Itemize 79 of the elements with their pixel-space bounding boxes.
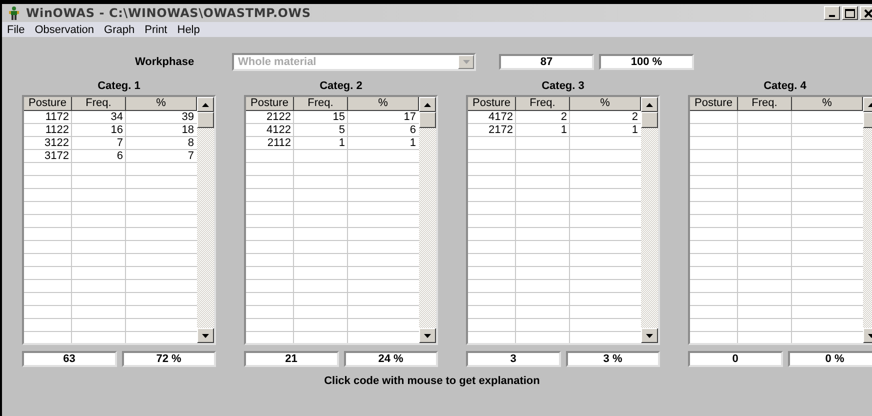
table-cell-text: 2 [630, 111, 639, 124]
scroll-down-icon[interactable] [419, 328, 436, 343]
scroll-down-icon[interactable] [197, 328, 214, 343]
column-header[interactable]: Freq. [72, 97, 126, 111]
table-cell-text: 5 [338, 124, 346, 137]
scroll-up-icon[interactable] [419, 97, 436, 112]
table-cell[interactable]: 3172 [24, 150, 72, 163]
table-cell-text: 17 [402, 111, 417, 124]
hint-text: Click code with mouse to get explanation [323, 375, 541, 387]
column-header[interactable]: Freq. [516, 97, 570, 111]
table-cell[interactable]: 3122 [24, 137, 72, 150]
scrollbar[interactable] [197, 97, 214, 343]
column-header[interactable]: Posture [468, 97, 516, 111]
column-header[interactable]: % [348, 97, 419, 111]
scroll-thumb[interactable] [197, 112, 214, 128]
minimize-button[interactable] [824, 6, 840, 20]
table-cell-text: 15 [332, 111, 346, 124]
column-header[interactable]: Posture [690, 97, 738, 111]
maximize-button[interactable] [842, 6, 858, 20]
category-title: Categ. 1 [98, 79, 140, 93]
table-cell[interactable]: 4122 [246, 124, 294, 137]
category-count: 0 [688, 351, 782, 367]
category-title: Categ. 3 [542, 79, 584, 93]
category-count: 3 [466, 351, 560, 367]
table-cell-text: 1 [630, 124, 639, 137]
category-percent: 0 % [788, 351, 872, 367]
table-cell-text: 34 [110, 111, 124, 124]
category-title: Categ. 2 [320, 79, 362, 93]
column-header[interactable]: Freq. [738, 97, 792, 111]
column-header[interactable]: % [126, 97, 197, 111]
table-cell[interactable]: 2122 [246, 111, 294, 124]
category-percent: 3 % [566, 351, 660, 367]
figure-icon [8, 6, 20, 20]
category-percent: 72 % [122, 351, 216, 367]
scroll-up-icon[interactable] [641, 97, 658, 112]
table-cell-text: 7 [116, 137, 124, 150]
scroll-down-icon[interactable] [641, 328, 658, 343]
column-header[interactable]: % [792, 97, 863, 111]
menu-item[interactable]: Help [177, 24, 200, 36]
column-header[interactable]: Posture [24, 97, 72, 111]
menu-item[interactable]: Print [144, 24, 168, 36]
table-cell-text: 6 [408, 124, 417, 137]
table-cell[interactable]: 4172 [468, 111, 516, 124]
column-header[interactable]: Freq. [294, 97, 348, 111]
table-cell-text: 2 [560, 111, 568, 124]
column-header[interactable]: Posture [246, 97, 294, 111]
scrollbar[interactable] [419, 97, 436, 343]
menu-item[interactable]: Graph [104, 24, 135, 36]
table-cell-text: 16 [110, 124, 124, 137]
scrollbar[interactable] [641, 97, 658, 343]
category-count: 21 [244, 351, 338, 367]
close-button[interactable] [860, 6, 872, 20]
category-percent: 24 % [344, 351, 438, 367]
maximize-icon [845, 8, 855, 18]
table-cell[interactable]: 2172 [468, 124, 516, 137]
close-icon [864, 8, 872, 18]
scroll-thumb[interactable] [641, 112, 658, 128]
table-cell-text: 6 [116, 150, 124, 163]
window-title: WinOWAS - C:\WINOWAS\OWASTMP.OWS [26, 6, 311, 20]
category-count: 63 [22, 351, 116, 367]
total-count: 87 [499, 54, 594, 70]
table-cell-text: 1 [408, 137, 417, 150]
table-cell[interactable]: 1172 [24, 111, 72, 124]
workphase-label: Workphase [135, 56, 196, 68]
total-percent: 100 % [599, 54, 694, 70]
menu-item[interactable]: Observation [34, 24, 94, 36]
table-cell-text: 39 [180, 111, 195, 124]
table-cell[interactable]: 1122 [24, 124, 72, 137]
table-cell[interactable]: 2112 [246, 137, 294, 150]
scroll-up-icon[interactable] [197, 97, 214, 112]
menu-item[interactable]: File [7, 24, 25, 36]
table-cell-text: 18 [180, 124, 195, 137]
category-title: Categ. 4 [764, 79, 806, 93]
table-cell-text: 8 [186, 137, 195, 150]
table-cell-text: 7 [186, 150, 195, 163]
scroll-thumb[interactable] [419, 112, 436, 128]
column-header[interactable]: % [570, 97, 641, 111]
table-cell-text: 1 [560, 124, 568, 137]
table-cell-text: 1 [338, 137, 346, 150]
